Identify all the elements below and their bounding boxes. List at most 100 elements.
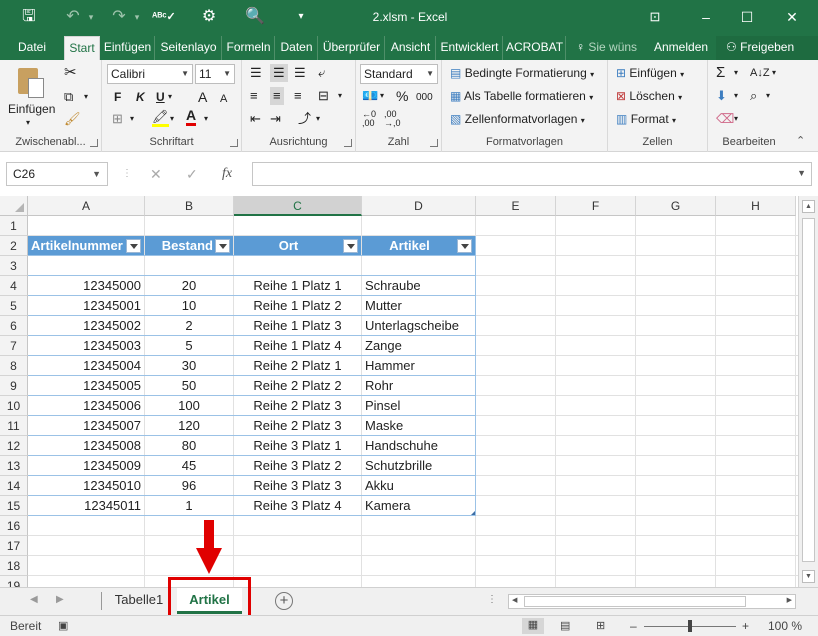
row-header-2[interactable]: 2 — [0, 236, 28, 256]
scroll-up-icon[interactable]: ▲ — [802, 200, 815, 213]
column-header-b[interactable]: B — [145, 196, 234, 216]
increase-indent-icon[interactable]: ⇥ — [270, 110, 281, 128]
format-painter-icon[interactable]: 🖌 — [64, 110, 81, 128]
page-break-view-icon[interactable]: ⊞ — [596, 619, 605, 632]
table-cell[interactable]: 12345001 — [28, 296, 144, 316]
clipboard-launcher-icon[interactable] — [90, 139, 98, 147]
column-header-e[interactable]: E — [476, 196, 556, 216]
minimize-button[interactable]: – — [692, 5, 720, 29]
tab-start[interactable]: Start — [64, 36, 100, 60]
borders-dropdown-icon[interactable]: ▾ — [130, 110, 134, 128]
zoom-slider-thumb[interactable] — [688, 620, 692, 632]
table-cell[interactable]: Zange — [362, 336, 475, 356]
cut-icon[interactable]: ✂ — [64, 64, 77, 82]
formula-input[interactable]: ▼ — [252, 162, 812, 186]
zoom-out-icon[interactable]: – — [630, 619, 637, 633]
column-header-h[interactable]: H — [716, 196, 796, 216]
borders-icon[interactable]: ⊞ — [112, 110, 123, 128]
column-header-g[interactable]: G — [636, 196, 716, 216]
table-cell[interactable]: Reihe 2 Platz 3 — [234, 396, 361, 416]
find-select-dropdown-icon[interactable]: ▾ — [766, 87, 770, 105]
table-header-cell[interactable]: Ort — [234, 236, 361, 256]
grow-font-button[interactable]: A — [198, 88, 207, 106]
sheet-tab-artikel[interactable]: Artikel — [177, 588, 242, 614]
conditional-formatting-button[interactable]: ▤ Bedingte Formatierung ▾ — [450, 64, 594, 84]
number-launcher-icon[interactable] — [430, 139, 438, 147]
delete-cells-button[interactable]: ⊠ Löschen ▾ — [616, 87, 682, 107]
font-launcher-icon[interactable] — [230, 139, 238, 147]
table-cell[interactable]: Reihe 3 Platz 4 — [234, 496, 361, 516]
align-top-icon[interactable]: ☰ — [250, 64, 262, 82]
table-cell[interactable]: 12345008 — [28, 436, 144, 456]
vertical-scrollbar[interactable]: ▲ ▼ — [798, 196, 818, 587]
tab-entwicklertools[interactable]: Entwicklert — [437, 36, 503, 60]
orientation-dropdown-icon[interactable]: ▾ — [316, 110, 320, 128]
align-center-icon[interactable]: ≡ — [270, 87, 284, 105]
column-header-c[interactable]: C — [234, 196, 362, 216]
autosum-dropdown-icon[interactable]: ▾ — [734, 64, 738, 82]
row-header-1[interactable]: 1 — [0, 216, 28, 236]
filter-dropdown-icon[interactable] — [215, 239, 230, 253]
table-cell[interactable]: 30 — [145, 356, 233, 376]
row-header-17[interactable]: 17 — [0, 536, 28, 556]
table-cell[interactable]: 12345004 — [28, 356, 144, 376]
table-cell[interactable]: Reihe 3 Platz 2 — [234, 456, 361, 476]
worksheet-grid[interactable]: A B C D E F G H 1 2 3 4 5 6 7 8 9 10 11 12 13 14 15 16 17 18 19 Art… — [0, 196, 798, 587]
tab-einfuegen[interactable]: Einfügen — [101, 36, 155, 60]
row-header-16[interactable]: 16 — [0, 516, 28, 536]
sheet-scroll-left-icon[interactable]: ◀ — [30, 594, 38, 605]
table-cell[interactable]: Reihe 3 Platz 1 — [234, 436, 361, 456]
sign-in-link[interactable]: Anmelden — [654, 36, 708, 60]
print-preview-icon[interactable]: 🔍 — [244, 7, 266, 27]
tell-me-search[interactable]: ♀ Sie wüns — [576, 36, 637, 60]
font-color-button[interactable]: A — [186, 108, 197, 126]
table-cell[interactable]: Reihe 2 Platz 3 — [234, 416, 361, 436]
scroll-left-icon[interactable]: ◀ — [512, 596, 517, 604]
add-sheet-button[interactable]: + — [275, 592, 293, 610]
zoom-in-icon[interactable]: + — [742, 619, 749, 633]
table-header-cell[interactable]: Bestand — [145, 236, 233, 256]
underline-button[interactable]: U — [156, 88, 165, 106]
row-header-7[interactable]: 7 — [0, 336, 28, 356]
fill-icon[interactable]: ⬇ — [716, 87, 727, 105]
table-cell[interactable]: Reihe 1 Platz 3 — [234, 316, 361, 336]
wrap-text-icon[interactable]: ⤶ — [318, 64, 325, 82]
align-left-icon[interactable]: ≡ — [250, 87, 258, 105]
font-size-select[interactable]: 11 ▼ — [195, 64, 235, 84]
select-all-corner[interactable] — [0, 196, 28, 216]
splitter-icon[interactable]: ⋮ — [487, 594, 497, 605]
collapse-ribbon-icon[interactable]: ⌃ — [796, 132, 805, 150]
cell-styles-button[interactable]: ▧ Zellenformatvorlagen ▾ — [450, 110, 585, 130]
font-color-dropdown-icon[interactable]: ▾ — [204, 110, 208, 128]
normal-view-icon[interactable]: ▦ — [522, 618, 544, 634]
paste-dropdown-icon[interactable]: ▾ — [26, 114, 30, 132]
page-layout-view-icon[interactable]: ▤ — [560, 619, 570, 632]
bold-button[interactable]: F — [114, 88, 121, 106]
tab-seitenlayout[interactable]: Seitenlayo — [156, 36, 222, 60]
table-cell[interactable]: 50 — [145, 376, 233, 396]
zoom-level[interactable]: 100 % — [768, 619, 802, 633]
table-header-cell[interactable]: Artikelnummer — [28, 236, 144, 256]
alignment-launcher-icon[interactable] — [344, 139, 352, 147]
row-header-6[interactable]: 6 — [0, 316, 28, 336]
table-cell[interactable]: Rohr — [362, 376, 475, 396]
save-icon[interactable]: 🖫 — [18, 7, 40, 27]
macro-icon[interactable]: ⚙ — [198, 7, 220, 27]
scroll-right-icon[interactable]: ▶ — [787, 596, 792, 604]
table-cell[interactable]: 12345002 — [28, 316, 144, 336]
macro-record-icon[interactable]: ▣ — [58, 619, 68, 632]
percent-button[interactable]: % — [396, 87, 408, 105]
table-cell[interactable]: 12345000 — [28, 276, 144, 296]
clear-dropdown-icon[interactable]: ▾ — [734, 110, 738, 128]
row-header-10[interactable]: 10 — [0, 396, 28, 416]
table-cell[interactable]: Mutter — [362, 296, 475, 316]
table-cell[interactable]: 100 — [145, 396, 233, 416]
currency-dropdown-icon[interactable]: ▾ — [380, 87, 384, 105]
italic-button[interactable]: K — [136, 88, 145, 106]
redo-dropdown-icon[interactable]: ▾ — [126, 7, 148, 27]
fill-color-icon[interactable]: 🖍 — [152, 110, 169, 127]
table-header-cell[interactable]: Artikel — [362, 236, 475, 256]
table-cell[interactable]: 120 — [145, 416, 233, 436]
spellcheck-icon[interactable]: ᴬᴮᶜ✓ — [152, 7, 176, 27]
table-cell[interactable]: 80 — [145, 436, 233, 456]
